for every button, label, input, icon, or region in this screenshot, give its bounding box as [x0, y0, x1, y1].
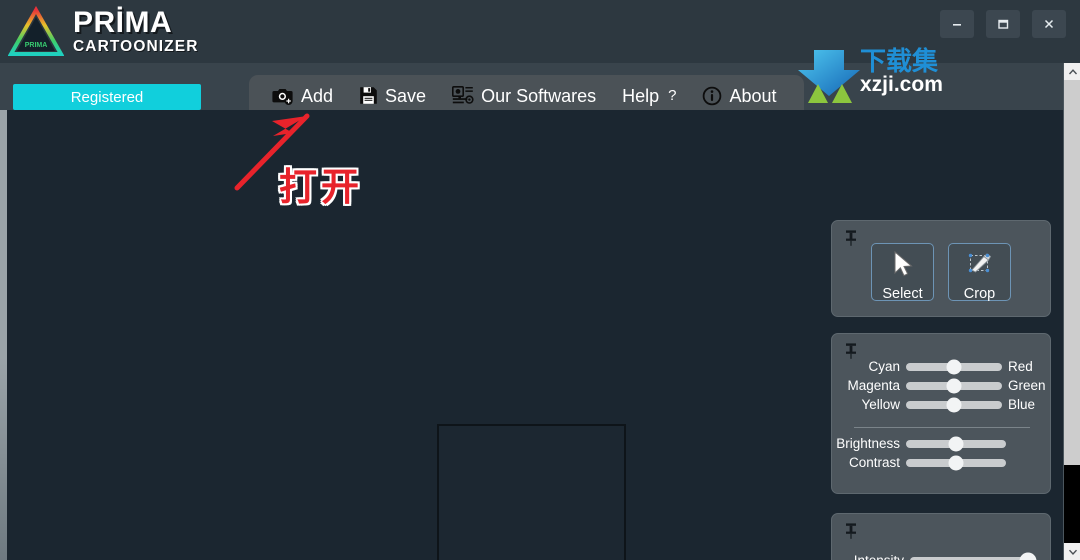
slider-row-contrast: Contrast — [834, 455, 1006, 471]
menu-item-help-label: Help — [622, 85, 660, 106]
slider-track-yellow-blue[interactable] — [906, 397, 1002, 413]
slider-label-cyan: Cyan — [868, 359, 900, 375]
select-tool-label: Select — [882, 286, 923, 302]
slider-row-intensity: Intensity — [838, 552, 1037, 560]
menu-item-add-label: Add — [301, 85, 334, 106]
slider-track-contrast[interactable] — [906, 455, 1006, 471]
menu-item-save-label: Save — [385, 85, 427, 106]
panel-divider — [854, 427, 1030, 428]
slider-label-brightness: Brightness — [836, 436, 900, 452]
slider-label-magenta: Magenta — [847, 378, 900, 394]
camera-add-icon — [272, 86, 294, 105]
monitor-apps-icon — [452, 85, 474, 106]
crop-tool-button[interactable]: Crop — [948, 243, 1011, 302]
maximize-icon — [998, 19, 1009, 29]
info-circle-icon — [702, 86, 722, 106]
slider-row-magenta-green: Magenta Green — [834, 378, 1046, 394]
minimize-icon — [953, 24, 961, 26]
menu-item-our-softwares-label: Our Softwares — [481, 85, 597, 106]
slider-track-magenta-green[interactable] — [906, 378, 1002, 394]
slider-knob-cyan-red[interactable] — [946, 359, 962, 375]
pin-icon[interactable] — [843, 342, 859, 360]
select-tool-button[interactable]: Select — [871, 243, 934, 302]
slider-knob-intensity[interactable] — [1019, 552, 1037, 560]
maximize-button[interactable] — [986, 10, 1020, 38]
slider-row-cyan-red: Cyan Red — [834, 359, 1033, 375]
window-controls — [940, 10, 1066, 38]
scroll-thumb[interactable] — [1064, 80, 1080, 465]
slider-label-intensity: Intensity — [838, 554, 910, 560]
slider-track-brightness[interactable] — [906, 436, 1006, 452]
minimize-button[interactable] — [940, 10, 974, 38]
application-window: PRIMA PRİMA CARTOONIZER Registered Add S… — [0, 0, 1080, 560]
slider-row-yellow-blue: Yellow Blue — [834, 397, 1035, 413]
slider-label-yellow: Yellow — [861, 397, 900, 413]
vertical-scrollbar[interactable] — [1063, 63, 1080, 560]
slider-label-blue: Blue — [1008, 397, 1036, 413]
slider-label-contrast: Contrast — [848, 455, 900, 471]
tools-panel: Select Crop — [831, 220, 1051, 317]
pin-icon[interactable] — [843, 522, 859, 540]
menu-item-about-label: About — [729, 85, 777, 106]
image-placeholder-rect — [437, 424, 626, 560]
slider-label-red: Red — [1008, 359, 1033, 375]
slider-row-brightness: Brightness — [834, 436, 1006, 452]
intensity-panel: Intensity — [831, 513, 1051, 560]
prima-triangle-icon: PRIMA — [8, 6, 64, 58]
slider-knob-contrast[interactable] — [948, 455, 964, 471]
close-button[interactable] — [1032, 10, 1066, 38]
chevron-up-icon — [1068, 68, 1077, 74]
left-edge-strip — [0, 110, 7, 560]
menu-item-help-question: ? — [668, 87, 677, 104]
close-icon — [1044, 19, 1054, 29]
title-bar: PRIMA PRİMA CARTOONIZER — [0, 0, 1080, 66]
chevron-down-icon — [1068, 549, 1077, 555]
slider-knob-yellow-blue[interactable] — [946, 397, 962, 413]
logo-mark-text: PRIMA — [25, 42, 48, 49]
slider-knob-brightness[interactable] — [948, 436, 964, 452]
registered-button[interactable]: Registered — [13, 84, 201, 110]
cursor-arrow-icon — [888, 249, 918, 284]
brand-title: PRİMA — [73, 5, 173, 39]
crop-tool-label: Crop — [963, 286, 996, 302]
crop-pen-icon — [965, 249, 995, 284]
floppy-disk-icon — [359, 86, 378, 105]
tool-buttons: Select Crop — [832, 243, 1050, 302]
brand-subtitle: CARTOONIZER — [73, 37, 199, 55]
scroll-up-button[interactable] — [1064, 63, 1080, 80]
color-adjust-panel: Cyan Red Magenta Green Yellow Blue Brigh… — [831, 333, 1051, 494]
app-logo: PRIMA PRİMA CARTOONIZER — [8, 6, 198, 58]
slider-knob-magenta-green[interactable] — [946, 378, 962, 394]
scroll-down-button[interactable] — [1064, 543, 1080, 560]
slider-track-cyan-red[interactable] — [906, 359, 1002, 375]
slider-label-green: Green — [1008, 378, 1046, 394]
